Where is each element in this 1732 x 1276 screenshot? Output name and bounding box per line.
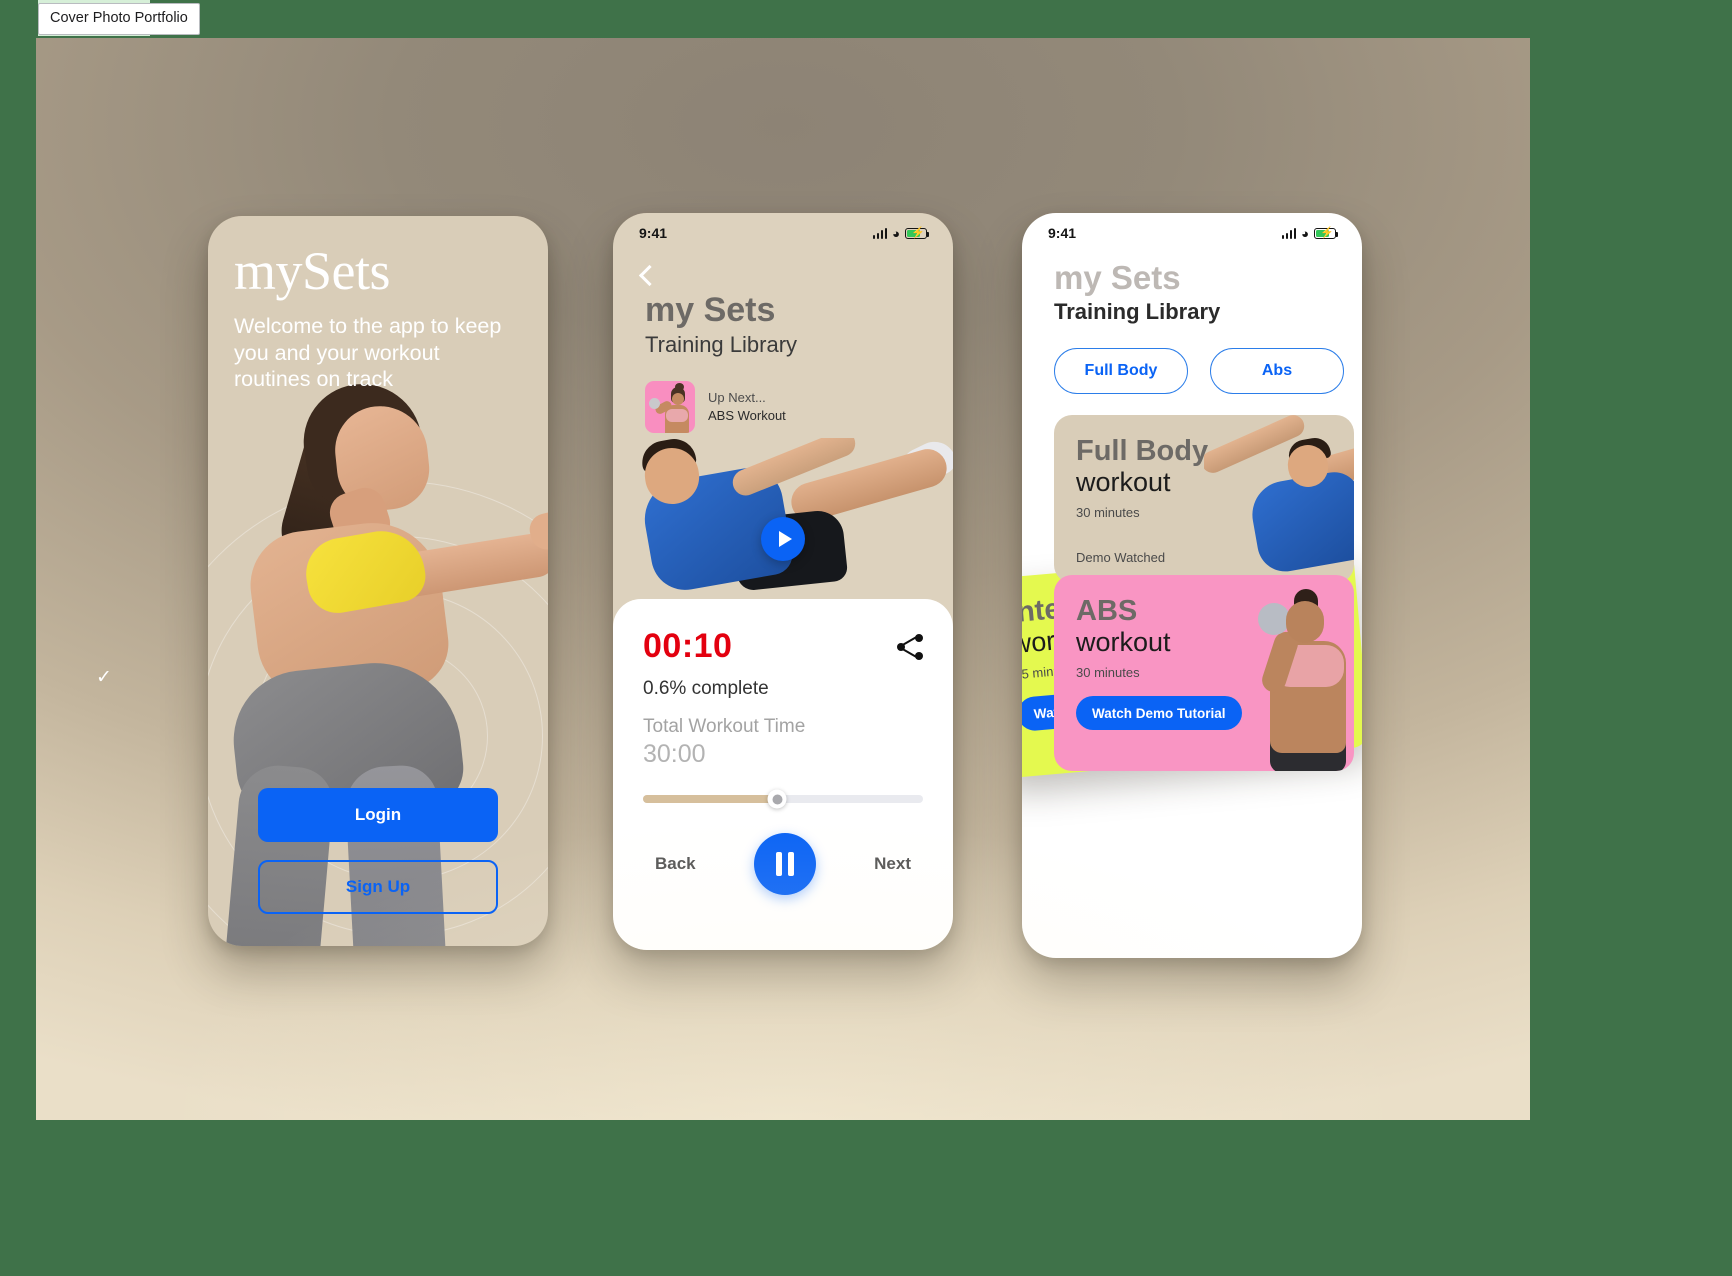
progress-fill (643, 795, 778, 803)
filter-chip-abs[interactable]: Abs (1210, 348, 1344, 394)
back-button[interactable]: Back (655, 854, 696, 874)
welcome-tagline: Welcome to the app to keep you and your … (234, 314, 502, 392)
status-bar: 9:41 ◕ ⚡ (1022, 213, 1362, 253)
library-screen-phone: 9:41 ◕ ⚡ my Sets Training Library Full B… (1022, 213, 1362, 958)
pause-icon[interactable] (753, 833, 816, 895)
checkmark-icon: ✓ (96, 666, 112, 688)
elapsed-timer: 00:10 (643, 627, 733, 665)
portfolio-artboard: mySets Welcome to the app to keep you an… (36, 38, 1530, 1120)
workout-card-full-body[interactable]: Full Body workout 30 minutes Demo Watche… (1054, 415, 1354, 583)
login-button[interactable]: Login (258, 788, 498, 842)
status-time: 9:41 (639, 225, 668, 241)
workout-card-abs[interactable]: ABS workout 30 minutes Watch Demo Tutori… (1054, 575, 1354, 771)
workout-video-preview[interactable] (613, 438, 953, 606)
signup-button[interactable]: Sign Up (258, 860, 498, 914)
abs-card-art (1204, 575, 1354, 771)
next-button[interactable]: Next (874, 854, 911, 874)
player-control-panel: 00:10 0.6% complete Total Workout Time 3… (613, 599, 953, 950)
percent-complete-label: 0.6% complete (643, 678, 769, 699)
player-screen-phone: 9:41 ◕ ⚡ my Sets Training Library Up Nex… (613, 213, 953, 950)
app-brand-logo: mySets (234, 241, 391, 301)
battery-charging-icon: ⚡ (1314, 227, 1339, 239)
up-next-row[interactable]: Up Next... ABS Workout (645, 381, 786, 433)
wifi-icon: ◕ (892, 225, 900, 241)
workout-progress-slider[interactable] (643, 789, 923, 809)
total-workout-time-label: Total Workout Time (643, 716, 806, 737)
filter-chip-row: Full Body Abs Legs (1054, 348, 1362, 394)
full-body-card-art (1204, 415, 1354, 583)
cellular-signal-icon (1281, 227, 1297, 239)
library-subtitle: Training Library (1054, 298, 1221, 324)
wifi-icon: ◕ (1301, 225, 1309, 241)
battery-charging-icon: ⚡ (905, 227, 930, 239)
library-title: my Sets (1054, 259, 1181, 296)
share-icon[interactable] (897, 633, 923, 660)
up-next-workout-name: ABS Workout (708, 408, 786, 423)
up-next-label: Up Next... (708, 390, 766, 406)
up-next-thumbnail-icon (645, 381, 695, 433)
filter-chip-full-body[interactable]: Full Body (1054, 348, 1188, 394)
total-workout-time-value: 30:00 (643, 740, 706, 768)
play-icon[interactable] (761, 516, 805, 561)
cellular-signal-icon (872, 227, 888, 239)
back-chevron-icon[interactable] (637, 267, 655, 285)
welcome-screen-phone: mySets Welcome to the app to keep you an… (208, 216, 548, 946)
status-bar: 9:41 ◕ ⚡ (613, 213, 953, 253)
player-subtitle: Training Library (645, 331, 798, 357)
status-time: 9:41 (1048, 225, 1077, 241)
progress-thumb[interactable] (767, 789, 787, 809)
player-title: my Sets (645, 291, 776, 329)
cover-photo-portfolio-tab[interactable]: Cover Photo Portfolio (38, 3, 200, 35)
